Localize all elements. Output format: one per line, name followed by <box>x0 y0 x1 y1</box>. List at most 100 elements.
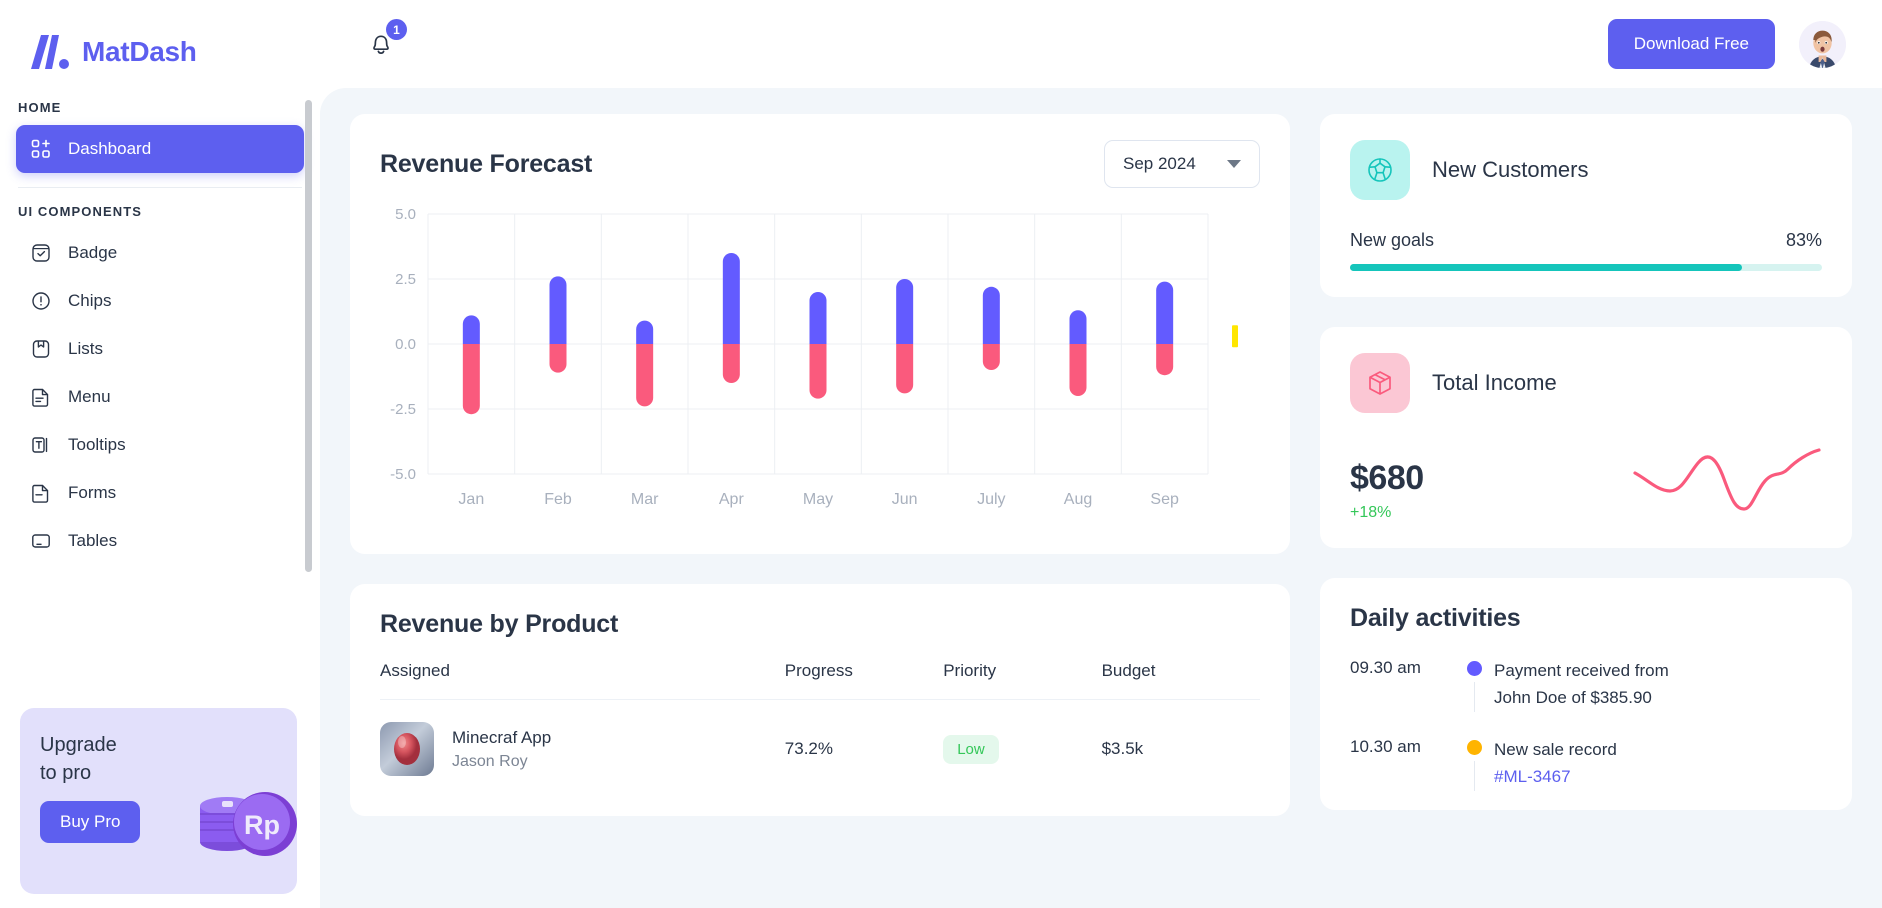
revenue-forecast-card: Revenue Forecast Sep 2024 5.02.50.0-2.5-… <box>350 114 1290 554</box>
notification-count-badge: 1 <box>386 19 407 40</box>
new-customers-header: New Customers <box>1350 140 1822 200</box>
activity-connector <box>1474 682 1475 712</box>
activity-dot <box>1467 740 1482 755</box>
package-box-icon <box>1350 353 1410 413</box>
total-income-card: Total Income $680 +18% <box>1320 327 1852 548</box>
coin-stack-icon: Rp <box>183 764 297 864</box>
sidebar-item-label: Menu <box>68 387 111 407</box>
svg-text:Feb: Feb <box>544 491 572 508</box>
total-income-title: Total Income <box>1432 370 1557 396</box>
activity-connector <box>1474 761 1475 791</box>
revenue-chart-svg: 5.02.50.0-2.5-5.0JanFebMarAprMayJunJulyA… <box>380 206 1260 516</box>
activity-text-line1: New sale record <box>1494 736 1617 763</box>
sidebar: MatDash HOME Dashboard UI COMPONENTS <box>0 0 320 908</box>
sidebar-item-tables[interactable]: Tables <box>16 517 304 565</box>
sidebar-nav: HOME Dashboard UI COMPONENTS <box>0 78 320 565</box>
brand-logo[interactable]: MatDash <box>0 0 320 78</box>
assigned-text: Minecraf App Jason Roy <box>452 728 551 771</box>
total-income-header: Total Income <box>1350 353 1822 413</box>
buy-pro-button[interactable]: Buy Pro <box>40 801 140 843</box>
text-tooltip-icon <box>30 434 52 456</box>
dashboard-grid: Revenue Forecast Sep 2024 5.02.50.0-2.5-… <box>350 114 1852 816</box>
cell-budget: $3.5k <box>1102 700 1260 777</box>
sidebar-item-tooltips[interactable]: Tooltips <box>16 421 304 469</box>
upgrade-card: Upgrade to pro Buy Pro Rp <box>20 708 297 894</box>
page-title: Revenue Forecast <box>380 150 592 179</box>
badge-check-icon <box>30 242 52 264</box>
activity-link[interactable]: #ML-3467 <box>1494 763 1617 790</box>
activity-dot <box>1467 661 1482 676</box>
income-sparkline <box>1632 447 1822 522</box>
minecraft-app-thumb <box>380 722 434 776</box>
revenue-forecast-chart: 5.02.50.0-2.5-5.0JanFebMarAprMayJunJulyA… <box>380 206 1260 516</box>
column-header-priority: Priority <box>943 661 1101 700</box>
svg-text:0.0: 0.0 <box>395 336 416 353</box>
svg-text:Aug: Aug <box>1064 491 1092 508</box>
total-income-values: $680 +18% <box>1350 459 1424 522</box>
left-column: Revenue Forecast Sep 2024 5.02.50.0-2.5-… <box>350 114 1290 816</box>
person-name: Jason Roy <box>452 753 551 771</box>
column-header-progress: Progress <box>785 661 943 700</box>
svg-text:Apr: Apr <box>719 491 745 508</box>
svg-text:Jan: Jan <box>458 491 484 508</box>
sidebar-item-label: Lists <box>68 339 103 359</box>
revenue-by-product-title: Revenue by Product <box>380 610 1260 639</box>
download-free-button[interactable]: Download Free <box>1608 19 1775 69</box>
svg-text:Sep: Sep <box>1150 491 1179 508</box>
top-header: 1 Download Free <box>320 0 1882 88</box>
customers-ball-icon <box>1350 140 1410 200</box>
svg-text:Jun: Jun <box>892 491 918 508</box>
notifications-button[interactable]: 1 <box>364 27 398 61</box>
svg-text:May: May <box>803 491 833 508</box>
upgrade-title: Upgrade to pro <box>40 732 180 787</box>
upgrade-title-line2: to pro <box>40 760 180 788</box>
total-income-delta: +18% <box>1350 504 1424 522</box>
sidebar-item-menu[interactable]: Menu <box>16 373 304 421</box>
sidebar-item-forms[interactable]: Forms <box>16 469 304 517</box>
status-badge: Low <box>943 735 999 764</box>
new-goals-label: New goals <box>1350 230 1434 251</box>
activity-item[interactable]: 09.30 am Payment received from John Doe … <box>1350 657 1822 712</box>
total-income-body: $680 +18% <box>1350 447 1822 522</box>
assigned-cell: Minecraf App Jason Roy <box>380 722 785 776</box>
activity-rail <box>1454 657 1494 712</box>
svg-text:Mar: Mar <box>631 491 659 508</box>
sidebar-item-label: Chips <box>68 291 111 311</box>
svg-text:-2.5: -2.5 <box>390 401 416 418</box>
activity-time: 10.30 am <box>1350 736 1454 791</box>
period-select[interactable]: Sep 2024 <box>1104 140 1260 188</box>
bookmark-icon <box>30 338 52 360</box>
sidebar-scrollbar[interactable] <box>305 100 312 572</box>
svg-text:2.5: 2.5 <box>395 271 416 288</box>
header-actions: Download Free <box>1608 19 1846 69</box>
sidebar-item-label: Badge <box>68 243 117 263</box>
daily-activities-title: Daily activities <box>1350 604 1822 633</box>
document-lines-icon <box>30 386 52 408</box>
activity-text-line1: Payment received from <box>1494 657 1669 684</box>
product-name: Minecraf App <box>452 728 551 748</box>
svg-text:July: July <box>977 491 1005 508</box>
nav-caption-home: HOME <box>16 90 304 125</box>
sidebar-item-lists[interactable]: Lists <box>16 325 304 373</box>
upgrade-title-line1: Upgrade <box>40 732 180 760</box>
total-income-value: $680 <box>1350 459 1424 498</box>
user-avatar[interactable] <box>1799 21 1846 68</box>
daily-activities-card: Daily activities 09.30 am Payment receiv… <box>1320 578 1852 810</box>
nav-caption-ui-components: UI COMPONENTS <box>16 194 304 229</box>
table-header-row: Assigned Progress Priority Budget <box>380 661 1260 700</box>
svg-text:-5.0: -5.0 <box>390 466 416 483</box>
activity-text: New sale record #ML-3467 <box>1494 736 1617 791</box>
revenue-forecast-header: Revenue Forecast Sep 2024 <box>380 140 1260 188</box>
sidebar-item-badge[interactable]: Badge <box>16 229 304 277</box>
activity-rail <box>1454 736 1494 791</box>
sidebar-item-label: Tooltips <box>68 435 126 455</box>
table-icon <box>30 530 52 552</box>
activity-text-line2: John Doe of $385.90 <box>1494 684 1669 711</box>
sidebar-item-dashboard[interactable]: Dashboard <box>16 125 304 173</box>
form-document-icon <box>30 482 52 504</box>
new-customers-title: New Customers <box>1432 157 1588 183</box>
activity-item[interactable]: 10.30 am New sale record #ML-3467 <box>1350 736 1822 791</box>
sidebar-item-chips[interactable]: Chips <box>16 277 304 325</box>
main-content: Revenue Forecast Sep 2024 5.02.50.0-2.5-… <box>320 88 1882 908</box>
table-row[interactable]: Minecraf App Jason Roy 73.2% Low $3.5 <box>380 700 1260 777</box>
